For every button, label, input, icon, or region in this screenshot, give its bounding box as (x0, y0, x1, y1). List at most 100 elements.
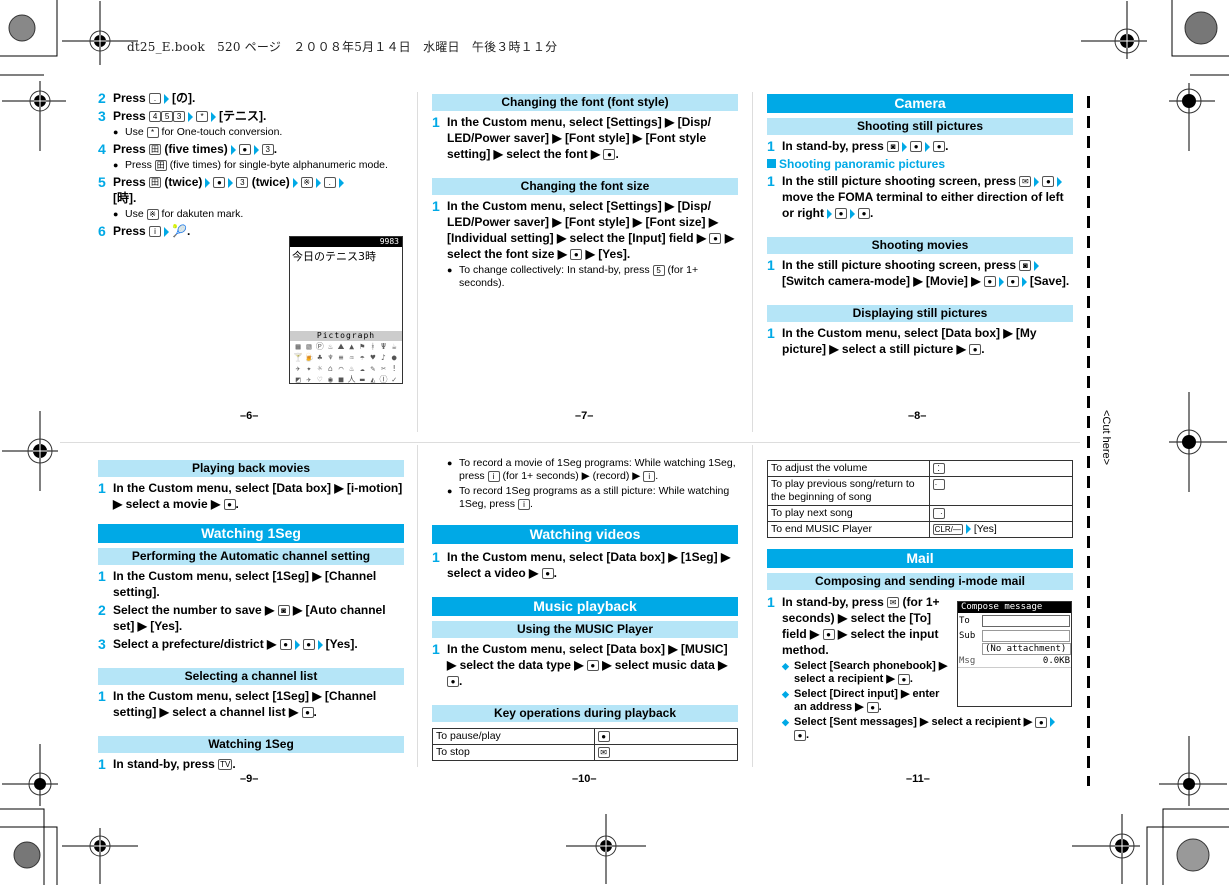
pictograph-icon[interactable]: ☼ (315, 364, 325, 374)
phone-screen-pictograph: 9983 今日のテニス3時 Pictograph ▦ ▧ Ⓟ ♨ ⛰ ▲ ⚑ ᚼ Ψ ☕ 🍸 🍺 ♣ ♆… (289, 236, 403, 384)
arrow-icon (317, 639, 323, 650)
key-enter: ● (969, 344, 982, 356)
key-enter: ● (213, 177, 226, 189)
phone-screen-compose: Compose message To Sub (No attachment) M… (957, 601, 1072, 707)
pictograph-icon[interactable]: ✈ (293, 364, 303, 374)
pictograph-icon[interactable]: ▬ (357, 375, 367, 383)
pictograph-icon[interactable]: ☕ (389, 342, 399, 352)
key-dakuten: ※ (300, 177, 313, 189)
pictograph-icon[interactable]: ♨ (347, 364, 357, 374)
key-enter: ● (794, 729, 806, 741)
page-number: –9– (240, 773, 259, 785)
pictograph-title: Pictograph (290, 331, 402, 341)
section-header: Performing the Automatic channel setting (98, 548, 404, 565)
step-1: 1 In the Custom menu, select [Data box] ▶… (98, 480, 403, 511)
mail-key-icon: ✉ (597, 746, 610, 758)
step-1: 1 In the Custom menu, select [Data box] ▶… (432, 549, 731, 580)
subject-field[interactable] (982, 629, 1070, 642)
pictograph-icon[interactable]: ♥ (368, 353, 378, 363)
step-2: 2 Select the number to save ▶ ◙ ▶ [Auto c… (98, 602, 386, 633)
key-enter: ● (570, 249, 583, 261)
key-enter: ● (822, 629, 835, 641)
pictograph-icon[interactable]: ✂ (379, 364, 389, 374)
key-enter: ● (1042, 176, 1055, 188)
pictograph-icon[interactable]: ! (389, 364, 399, 374)
subsection-header: Shooting panoramic pictures (767, 157, 1073, 171)
table-row: To adjust the volume ⁚ (767, 460, 1074, 477)
key-enter: ● (301, 707, 314, 719)
pictograph-icon[interactable]: ♡ (315, 375, 325, 383)
pictograph-icon[interactable]: ≡ (336, 353, 346, 363)
screen-title: Compose message (958, 602, 1071, 613)
pictograph-icon[interactable]: ▦ (293, 342, 303, 352)
pictograph-icon[interactable]: ♒ (347, 353, 357, 363)
pictograph-icon[interactable]: ◭ (368, 375, 378, 383)
arrow-icon (925, 141, 931, 152)
pictograph-icon[interactable]: ✦ (304, 364, 314, 374)
section-header: Changing the font (font style) (432, 94, 738, 111)
pictograph-icon[interactable]: ☁ (357, 364, 367, 374)
step-1: 1 In the Custom menu, select [Data box] ▶… (432, 641, 728, 688)
pictograph-icon[interactable]: ● (389, 353, 399, 363)
pictograph-icon[interactable]: Ψ (379, 342, 389, 352)
note: ● To record a movie of 1Seg programs: Whi… (447, 457, 736, 482)
pictograph-icon[interactable]: ᚼ (368, 342, 378, 352)
key-i-mode: i (149, 226, 162, 238)
pictograph-icon[interactable]: ☂ (357, 353, 367, 363)
bullet-icon: ● (447, 458, 453, 468)
key-dot: . (323, 177, 336, 189)
pictograph-icon[interactable]: Ⓘ (379, 375, 389, 383)
table-row: To pause/play ● (432, 728, 739, 745)
pictograph-icon[interactable]: ⛰ (336, 342, 346, 352)
step-1: 1 In the Custom menu, select [1Seg] ▶ [Ch… (98, 568, 377, 599)
pictograph-icon[interactable]: ✈ (304, 375, 314, 383)
input-text: 今日のテニス3時 (292, 250, 376, 263)
diamond-icon: ◆ (782, 717, 789, 727)
key-dot: . (149, 93, 162, 105)
arrow-icon (253, 144, 259, 155)
pictograph-icon[interactable]: ♨ (326, 342, 336, 352)
to-field[interactable] (982, 614, 1070, 627)
section-header: Shooting movies (767, 237, 1073, 254)
pictograph-icon[interactable]: ♣ (315, 353, 325, 363)
key-4: 4 (149, 111, 162, 123)
section-header: Composing and sending i-mode mail (767, 573, 1073, 590)
key-mode: 田 (149, 144, 162, 156)
key-enter: ● (223, 499, 236, 511)
chapter-header: Watching videos (432, 525, 738, 544)
pictograph-grid: ▦ ▧ Ⓟ ♨ ⛰ ▲ ⚑ ᚼ Ψ ☕ 🍸 🍺 ♣ ♆ ≡ ♒ ☂ ♥ ♪ ● ✈ ✦ ☼ ⌂ ⌒ ♨ ☁ ✎ ✂! ◩ ✈ ♡ ◉ ■ 人 ▬… (290, 341, 402, 383)
pictograph-icon[interactable]: ⌒ (336, 364, 346, 374)
pictograph-icon[interactable]: ⌂ (326, 364, 336, 374)
pictograph-icon[interactable]: ■ (336, 375, 346, 383)
pictograph-icon[interactable]: 人 (347, 375, 357, 383)
pictograph-icon[interactable]: 🍸 (293, 353, 303, 363)
arrow-icon (902, 141, 908, 152)
pictograph-icon[interactable]: Ⓟ (315, 342, 325, 352)
mail-key-icon: ✉ (887, 597, 900, 609)
chapter-header: Watching 1Seg (98, 524, 404, 543)
chapter-header: Mail (767, 549, 1073, 568)
arrow-icon (292, 177, 298, 188)
arrow-icon (827, 208, 832, 219)
key-star: * (146, 126, 159, 138)
left-key-icon: · (932, 478, 945, 490)
pictograph-icon[interactable]: ◉ (326, 375, 336, 383)
step-1: 1 In stand-by, press ◙ ● ●. (767, 138, 949, 154)
step-3: 3 Select a prefecture/district ▶ ● ● [Yes]. (98, 636, 358, 652)
key-5: 5 (161, 111, 174, 123)
pictograph-icon[interactable]: ♪ (379, 353, 389, 363)
key-enter: ● (835, 208, 847, 220)
pictograph-icon[interactable]: ◩ (293, 375, 303, 383)
pictograph-icon[interactable]: ✓ (389, 375, 399, 383)
pictograph-icon[interactable]: ⚑ (357, 342, 367, 352)
pictograph-icon[interactable]: ▧ (304, 342, 314, 352)
key-enter: ● (1035, 716, 1048, 728)
arrow-icon (965, 524, 971, 535)
pictograph-icon[interactable]: ♆ (326, 353, 336, 363)
key-3: 3 (173, 111, 186, 123)
pictograph-icon[interactable]: ✎ (368, 364, 378, 374)
pictograph-icon[interactable]: ▲ (347, 342, 357, 352)
note: ● Press 田 (five times) for single-byte al… (113, 159, 388, 171)
attachment-field[interactable]: (No attachment) (982, 643, 1071, 655)
pictograph-icon[interactable]: 🍺 (304, 353, 314, 363)
